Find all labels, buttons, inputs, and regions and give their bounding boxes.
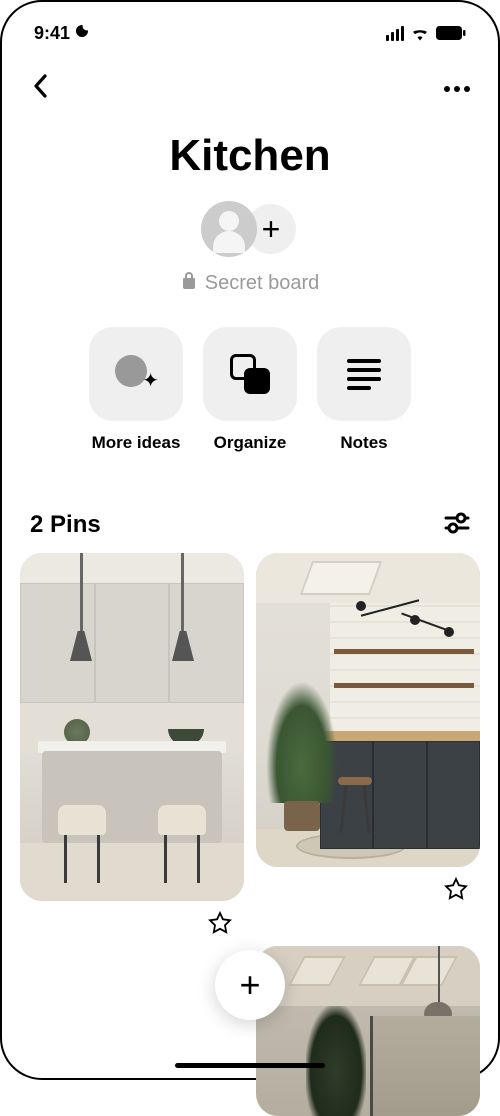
collaborators-row: + [2, 201, 498, 257]
organize-icon [230, 354, 270, 394]
status-bar: 9:41 [2, 2, 498, 50]
pins-column-left [20, 553, 244, 1116]
pin-item[interactable] [256, 553, 480, 867]
more-ideas-button[interactable]: ✦ More ideas [89, 327, 183, 453]
do-not-disturb-icon [74, 23, 90, 43]
secret-board-label: Secret board [205, 272, 320, 295]
pins-count-label: 2 Pins [30, 511, 101, 539]
organize-button[interactable]: Organize [203, 327, 297, 453]
wifi-icon [410, 25, 430, 41]
sparkle-icon: ✦ [113, 351, 159, 397]
status-time: 9:41 [34, 23, 70, 44]
filter-button[interactable] [444, 512, 470, 539]
secret-board-indicator: Secret board [2, 271, 498, 295]
favorite-button[interactable] [444, 877, 468, 906]
favorite-button[interactable] [208, 911, 232, 940]
notes-icon [347, 359, 381, 390]
battery-icon [436, 26, 466, 40]
more-ideas-label: More ideas [92, 433, 181, 453]
board-actions: ✦ More ideas Organize Notes [2, 327, 498, 453]
lock-icon [181, 271, 197, 295]
more-options-button[interactable] [444, 86, 470, 92]
pins-column-right [256, 553, 480, 1116]
back-button[interactable] [30, 74, 50, 103]
plus-icon: + [239, 964, 260, 1006]
nav-bar [2, 50, 498, 113]
owner-avatar[interactable] [201, 201, 257, 257]
pin-item[interactable] [256, 946, 480, 1116]
pins-grid [2, 539, 498, 1116]
create-pin-fab[interactable]: + [215, 950, 285, 1020]
plus-icon: + [262, 211, 281, 248]
pins-header: 2 Pins [2, 511, 498, 539]
pin-item[interactable] [20, 553, 244, 901]
board-title: Kitchen [2, 131, 498, 181]
cellular-signal-icon [386, 26, 404, 41]
notes-button[interactable]: Notes [317, 327, 411, 453]
home-indicator[interactable] [175, 1063, 325, 1068]
status-icons [386, 25, 466, 41]
organize-label: Organize [214, 433, 287, 453]
status-time-group: 9:41 [34, 23, 90, 44]
notes-label: Notes [340, 433, 387, 453]
